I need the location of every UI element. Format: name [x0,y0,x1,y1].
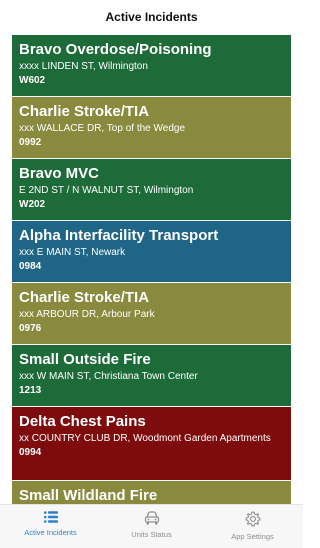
incident-card[interactable]: Charlie Stroke/TIA xxx ARBOUR DR, Arbour… [12,282,291,344]
incident-title: Charlie Stroke/TIA [19,103,150,120]
incident-card[interactable]: Bravo Overdose/Poisoning xxxx LINDEN ST,… [12,34,291,96]
incident-address: xx COUNTRY CLUB DR, Woodmont Garden Apar… [19,433,271,444]
tab-bar: Active Incidents Units Status App Settin… [0,504,303,548]
car-icon [144,511,160,525]
incident-unit: 0994 [19,447,42,458]
incident-address: xxx ARBOUR DR, Arbour Park [19,309,155,320]
incident-address: xxx E MAIN ST, Newark [19,247,126,258]
incident-list[interactable]: Bravo Overdose/Poisoning xxxx LINDEN ST,… [12,34,291,504]
incident-title: Bravo Overdose/Poisoning [19,41,212,58]
incident-title: Delta Chest Pains [19,413,146,430]
incident-card[interactable]: Alpha Interfacility Transport xxx E MAIN… [12,220,291,282]
tab-label: App Settings [231,532,274,541]
incident-address: xxx W MAIN ST, Christiana Town Center [19,371,198,382]
incident-card[interactable]: Small Wildland Fire [12,480,291,504]
incident-card[interactable]: Bravo MVC E 2ND ST / N WALNUT ST, Wilmin… [12,158,291,220]
incident-card[interactable]: Charlie Stroke/TIA xxx WALLACE DR, Top o… [12,96,291,158]
incident-unit: W202 [19,199,46,210]
tab-active-incidents[interactable]: Active Incidents [0,505,101,548]
tab-label: Active Incidents [24,528,77,537]
app-header: Active Incidents [0,0,303,34]
gear-icon [245,511,261,527]
incident-unit: W602 [19,75,46,86]
incident-address: E 2ND ST / N WALNUT ST, Wilmington [19,185,194,196]
incident-title: Alpha Interfacility Transport [19,227,219,244]
incident-card[interactable]: Delta Chest Pains xx COUNTRY CLUB DR, Wo… [12,406,291,480]
incident-unit: 0984 [19,261,42,272]
tab-units-status[interactable]: Units Status [101,505,202,548]
incident-title: Bravo MVC [19,165,100,182]
incident-address: xxx WALLACE DR, Top of the Wedge [19,123,186,134]
incident-unit: 0992 [19,137,42,148]
incident-title: Charlie Stroke/TIA [19,289,150,306]
tab-app-settings[interactable]: App Settings [202,505,303,548]
incident-title: Small Wildland Fire [19,487,158,504]
incident-title: Small Outside Fire [19,351,151,368]
page-title: Active Incidents [105,10,198,24]
tab-label: Units Status [131,530,172,539]
incident-unit: 0976 [19,323,42,334]
list-icon [43,511,58,523]
incident-card[interactable]: Small Outside Fire xxx W MAIN ST, Christ… [12,344,291,406]
incident-unit: 1213 [19,385,42,396]
incident-address: xxxx LINDEN ST, Wilmington [19,61,148,72]
